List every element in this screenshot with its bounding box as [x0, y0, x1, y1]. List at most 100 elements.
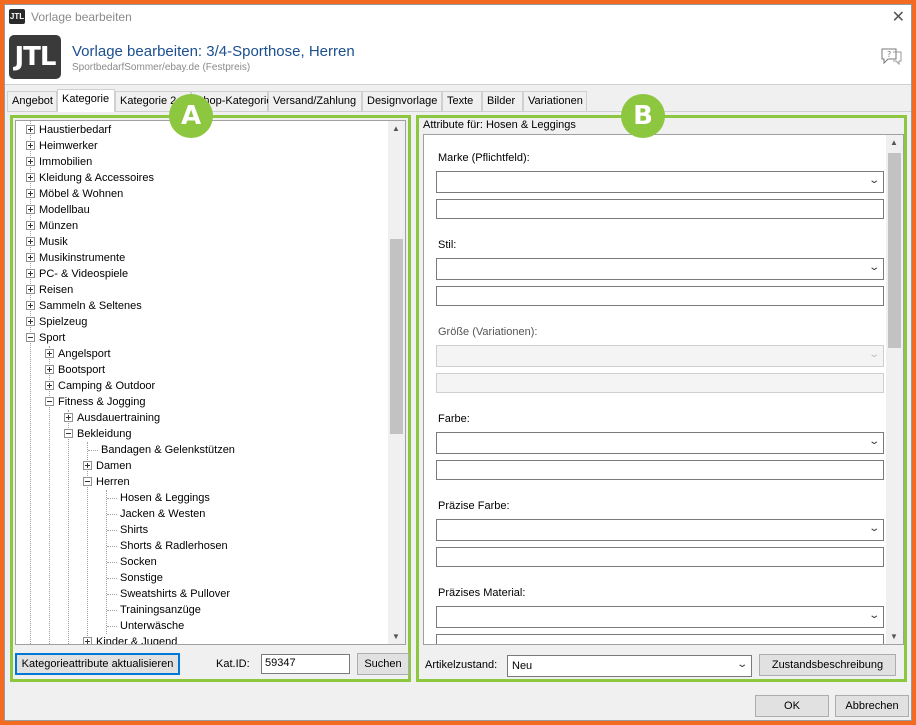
scroll-down-icon[interactable]: ▼ [392, 632, 400, 641]
chevron-down-icon: ⌄ [867, 610, 880, 621]
scroll-up-icon[interactable]: ▲ [890, 138, 898, 147]
tree-item[interactable]: Haustierbedarf [26, 122, 111, 138]
tab-designvorlage[interactable]: Designvorlage [362, 91, 442, 111]
speech-bubble-help-icon[interactable]: ? [879, 47, 903, 67]
tree-item[interactable]: Bekleidung [64, 426, 131, 442]
tree-item[interactable]: Kinder & Jugend [83, 634, 177, 644]
tree-item[interactable]: Musikinstrumente [26, 250, 125, 266]
close-icon[interactable]: ✕ [892, 7, 905, 27]
tree-item[interactable]: Musik [26, 234, 68, 250]
scroll-down-icon[interactable]: ▼ [890, 632, 898, 641]
tree-item[interactable]: Damen [83, 458, 131, 474]
tree-item[interactable]: Trainingsanzüge [107, 602, 201, 618]
tree-item[interactable]: Angelsport [45, 346, 111, 362]
collapse-icon[interactable] [45, 396, 54, 406]
expand-icon[interactable] [26, 188, 35, 198]
expand-icon[interactable] [26, 204, 35, 214]
tree-item[interactable]: Immobilien [26, 154, 92, 170]
expand-icon[interactable] [83, 636, 92, 644]
tree-item-selected[interactable]: Hosen & Leggings [107, 490, 210, 506]
tab-bilder[interactable]: Bilder [482, 91, 523, 111]
attr-label-praezises-material: Präzises Material: [438, 587, 526, 599]
attr-combo-farbe[interactable]: ⌄ [436, 432, 884, 454]
tree-item[interactable]: Unterwäsche [107, 618, 184, 634]
tree-item[interactable]: Spielzeug [26, 314, 87, 330]
tab-kategorie[interactable]: Kategorie [57, 89, 115, 112]
attr-field-farbe[interactable] [436, 460, 884, 480]
katid-input[interactable]: 59347 [261, 654, 350, 674]
attr-combo-stil[interactable]: ⌄ [436, 258, 884, 280]
tab-versand-zahlung[interactable]: Versand/Zahlung [268, 91, 362, 111]
tree-item[interactable]: Reisen [26, 282, 73, 298]
collapse-icon[interactable] [26, 332, 35, 342]
condition-description-button[interactable]: Zustandsbeschreibung [759, 654, 896, 676]
tree-item[interactable]: PC- & Videospiele [26, 266, 128, 282]
expand-icon[interactable] [26, 156, 35, 166]
expand-icon[interactable] [45, 348, 54, 358]
chevron-down-icon: ⌄ [867, 436, 880, 447]
attr-label-marke: Marke (Pflichtfeld): [438, 152, 530, 164]
attr-field-praezise-farbe[interactable] [436, 547, 884, 567]
attr-combo-praezises-material[interactable]: ⌄ [436, 606, 884, 628]
expand-icon[interactable] [26, 172, 35, 182]
chevron-down-icon: ⌄ [735, 659, 748, 670]
tree-item[interactable]: Ausdauertraining [64, 410, 160, 426]
condition-select[interactable]: Neu ⌄ [507, 655, 752, 677]
chevron-down-icon: ⌄ [867, 349, 880, 360]
tree-scroll-thumb[interactable] [390, 239, 403, 434]
expand-icon[interactable] [45, 380, 54, 390]
page-subtitle: SportbedarfSommer/ebay.de (Festpreis) [72, 62, 251, 73]
tree-item[interactable]: Fitness & Jogging [45, 394, 145, 410]
tree-item[interactable]: Socken [107, 554, 157, 570]
expand-icon[interactable] [26, 316, 35, 326]
attr-combo-marke[interactable]: ⌄ [436, 171, 884, 193]
attr-field-marke[interactable] [436, 199, 884, 219]
attributes-scrollbar[interactable]: ▲ ▼ [886, 135, 903, 644]
refresh-attributes-button[interactable]: Kategorieattribute aktualisieren [15, 653, 180, 675]
attributes-scroll-thumb[interactable] [888, 153, 901, 348]
tree-item[interactable]: Heimwerker [26, 138, 98, 154]
jtl-logo: JTL [9, 35, 61, 79]
expand-icon[interactable] [26, 220, 35, 230]
expand-icon[interactable] [26, 284, 35, 294]
search-button[interactable]: Suchen [357, 653, 409, 675]
cancel-button[interactable]: Abbrechen [835, 695, 909, 717]
attr-combo-praezise-farbe[interactable]: ⌄ [436, 519, 884, 541]
tree-item[interactable]: Möbel & Wohnen [26, 186, 123, 202]
attr-field-stil[interactable] [436, 286, 884, 306]
expand-icon[interactable] [26, 236, 35, 246]
tree-item[interactable]: Herren [83, 474, 130, 490]
collapse-icon[interactable] [64, 428, 73, 438]
tab-angebot[interactable]: Angebot [7, 91, 57, 111]
category-tree[interactable]: Haustierbedarf Heimwerker Immobilien Kle… [15, 120, 406, 645]
condition-label: Artikelzustand: [425, 659, 498, 671]
tree-item[interactable]: Jacken & Westen [107, 506, 205, 522]
tree-scrollbar[interactable]: ▲ ▼ [388, 121, 405, 644]
scroll-up-icon[interactable]: ▲ [392, 124, 400, 133]
tree-item[interactable]: Modellbau [26, 202, 90, 218]
expand-icon[interactable] [26, 252, 35, 262]
tab-texte[interactable]: Texte [442, 91, 482, 111]
tree-item[interactable]: Sweatshirts & Pullover [107, 586, 230, 602]
expand-icon[interactable] [26, 124, 35, 134]
tree-item[interactable]: Shirts [107, 522, 148, 538]
attr-field-praezises-material[interactable] [436, 634, 884, 644]
tree-item[interactable]: Shorts & Radlerhosen [107, 538, 228, 554]
tree-item[interactable]: Münzen [26, 218, 78, 234]
ok-button[interactable]: OK [755, 695, 829, 717]
tree-item[interactable]: Kleidung & Accessoires [26, 170, 154, 186]
expand-icon[interactable] [83, 460, 92, 470]
expand-icon[interactable] [26, 300, 35, 310]
tree-item[interactable]: Sammeln & Seltenes [26, 298, 142, 314]
tree-item[interactable]: Bootsport [45, 362, 105, 378]
tree-item[interactable]: Camping & Outdoor [45, 378, 155, 394]
tree-item[interactable]: Sonstige [107, 570, 163, 586]
collapse-icon[interactable] [83, 476, 92, 486]
expand-icon[interactable] [26, 268, 35, 278]
tab-variationen[interactable]: Variationen [523, 91, 587, 111]
expand-icon[interactable] [45, 364, 54, 374]
expand-icon[interactable] [64, 412, 73, 422]
tree-item[interactable]: Sport [26, 330, 65, 346]
tree-item[interactable]: Bandagen & Gelenkstützen [88, 442, 235, 458]
expand-icon[interactable] [26, 140, 35, 150]
